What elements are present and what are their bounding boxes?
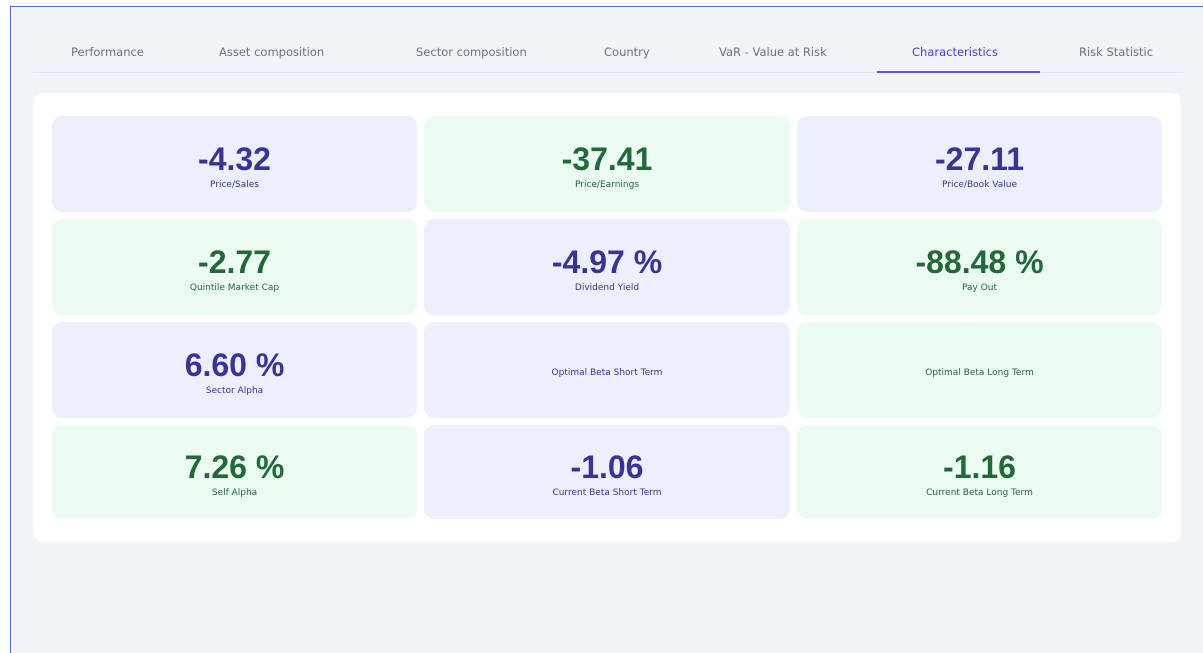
characteristics-panel: -4.32 Price/Sales -37.41 Price/Earnings … xyxy=(33,93,1181,542)
metric-label: Current Beta Short Term xyxy=(552,487,662,498)
metric-card-optimal-beta-short-term: Optimal Beta Short Term xyxy=(424,322,790,418)
metric-value: -88.48 % xyxy=(915,243,1044,280)
tab-sector-composition[interactable]: Sector composition xyxy=(416,45,527,59)
metric-card-current-beta-long-term: -1.16 Current Beta Long Term xyxy=(797,425,1162,519)
metric-value: -4.97 % xyxy=(551,243,663,280)
metric-value: -4.32 xyxy=(198,140,271,177)
metric-card-dividend-yield: -4.97 % Dividend Yield xyxy=(424,219,790,315)
metric-label: Dividend Yield xyxy=(574,282,640,293)
metric-label: Pay Out xyxy=(961,282,998,293)
metric-label: Price/Earnings xyxy=(574,179,640,190)
tab-performance[interactable]: Performance xyxy=(71,45,144,59)
metric-label: Optimal Beta Short Term xyxy=(551,367,663,378)
metric-value: 7.26 % xyxy=(184,448,285,485)
metric-value: -37.41 xyxy=(561,140,653,177)
metric-card-price-book-value: -27.11 Price/Book Value xyxy=(797,116,1162,212)
tab-bar: Performance Asset composition Sector com… xyxy=(33,33,1183,73)
metric-card-sector-alpha: 6.60 % Sector Alpha xyxy=(52,322,417,418)
metric-label: Quintile Market Cap xyxy=(189,282,280,293)
metric-card-optimal-beta-long-term: Optimal Beta Long Term xyxy=(797,322,1162,418)
metric-label: Current Beta Long Term xyxy=(926,487,1033,498)
metric-label: Optimal Beta Long Term xyxy=(925,367,1034,378)
metric-label: Sector Alpha xyxy=(205,385,264,396)
active-tab-indicator xyxy=(877,71,1040,73)
tab-characteristics[interactable]: Characteristics xyxy=(912,45,998,59)
metric-value: -1.16 xyxy=(943,448,1016,485)
metric-card-price-earnings: -37.41 Price/Earnings xyxy=(424,116,790,212)
metric-value: 6.60 % xyxy=(184,346,285,383)
main-frame: Performance Asset composition Sector com… xyxy=(10,6,1203,653)
metric-card-self-alpha: 7.26 % Self Alpha xyxy=(52,425,417,519)
metrics-grid: -4.32 Price/Sales -37.41 Price/Earnings … xyxy=(52,116,1162,519)
metric-value: -1.06 xyxy=(570,448,644,485)
tab-country[interactable]: Country xyxy=(604,45,650,59)
metric-card-price-sales: -4.32 Price/Sales xyxy=(52,116,417,212)
metric-value: -2.77 xyxy=(198,243,271,280)
metric-label: Price/Sales xyxy=(210,179,259,190)
metric-label: Self Alpha xyxy=(211,487,258,498)
metric-card-pay-out: -88.48 % Pay Out xyxy=(797,219,1162,315)
tab-asset-composition[interactable]: Asset composition xyxy=(219,45,324,59)
tab-risk-statistic[interactable]: Risk Statistic xyxy=(1079,45,1153,59)
metric-label: Price/Book Value xyxy=(942,179,1017,190)
metric-value: -27.11 xyxy=(935,140,1024,177)
metric-card-current-beta-short-term: -1.06 Current Beta Short Term xyxy=(424,425,790,519)
tab-var[interactable]: VaR - Value at Risk xyxy=(719,45,827,59)
metric-card-quintile-market-cap: -2.77 Quintile Market Cap xyxy=(52,219,417,315)
